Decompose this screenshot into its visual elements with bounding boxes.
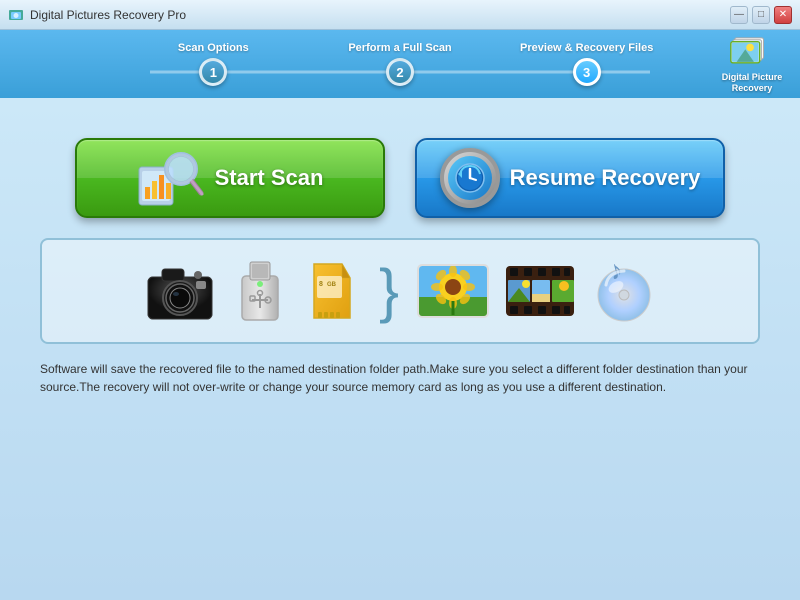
title-bar: Digital Pictures Recovery Pro — □ ✕ [0, 0, 800, 30]
logo-image [726, 34, 778, 72]
step-2-circle: 2 [386, 58, 414, 86]
svg-text:8: 8 [319, 281, 323, 288]
svg-text:GB: GB [327, 282, 337, 288]
title-bar-controls: — □ ✕ [730, 6, 792, 24]
logo-area: Digital PictureRecovery [714, 34, 790, 94]
film-strip-icon [502, 256, 578, 326]
camera-icon-item [140, 257, 220, 325]
close-button[interactable]: ✕ [774, 6, 792, 24]
steps-bar: Scan Options 1 Perform a Full Scan 2 Pre… [0, 30, 800, 98]
usb-icon [230, 256, 290, 326]
minimize-button[interactable]: — [730, 6, 748, 24]
sd-card-icon-item: 8 GB [300, 256, 364, 326]
recovery-icon [440, 148, 500, 208]
recovery-icon-inner [448, 156, 492, 200]
main-content: Start Scan [0, 98, 800, 600]
start-scan-label: Start Scan [215, 165, 324, 191]
maximize-button[interactable]: □ [752, 6, 770, 24]
clock-icon [452, 160, 488, 196]
button-row: Start Scan [40, 138, 760, 218]
film-strip-icon-item [502, 256, 578, 326]
scan-icon [137, 147, 205, 209]
step-2-label: Perform a Full Scan [348, 42, 451, 54]
step-1-label: Scan Options [178, 42, 249, 54]
app-icon [8, 7, 24, 23]
step-3-label: Preview & Recovery Files [520, 42, 653, 54]
start-scan-button[interactable]: Start Scan [75, 138, 385, 218]
resume-recovery-button[interactable]: Resume Recovery [415, 138, 725, 218]
usb-icon-item [230, 256, 290, 326]
step-1: Scan Options 1 [120, 42, 307, 86]
music-icon-item: ♪ [588, 257, 660, 325]
resume-recovery-label: Resume Recovery [510, 165, 701, 191]
logo-text: Digital PictureRecovery [722, 72, 783, 94]
step-2: Perform a Full Scan 2 [307, 42, 494, 86]
music-icon: ♪ [588, 257, 660, 325]
step-3: Preview & Recovery Files 3 [493, 42, 680, 86]
photos-icon [414, 257, 492, 325]
photos-icon-item [414, 257, 492, 325]
arrow-bracket: } [374, 261, 404, 321]
title-bar-left: Digital Pictures Recovery Pro [8, 7, 186, 23]
description-text: Software will save the recovered file to… [40, 360, 760, 396]
camera-icon [140, 257, 220, 325]
step-3-circle: 3 [573, 58, 601, 86]
window-title: Digital Pictures Recovery Pro [30, 8, 186, 22]
step-1-circle: 1 [199, 58, 227, 86]
steps-container: Scan Options 1 Perform a Full Scan 2 Pre… [120, 42, 680, 86]
sd-card-icon: 8 GB [300, 256, 364, 326]
icons-box: 8 GB } [40, 238, 760, 344]
